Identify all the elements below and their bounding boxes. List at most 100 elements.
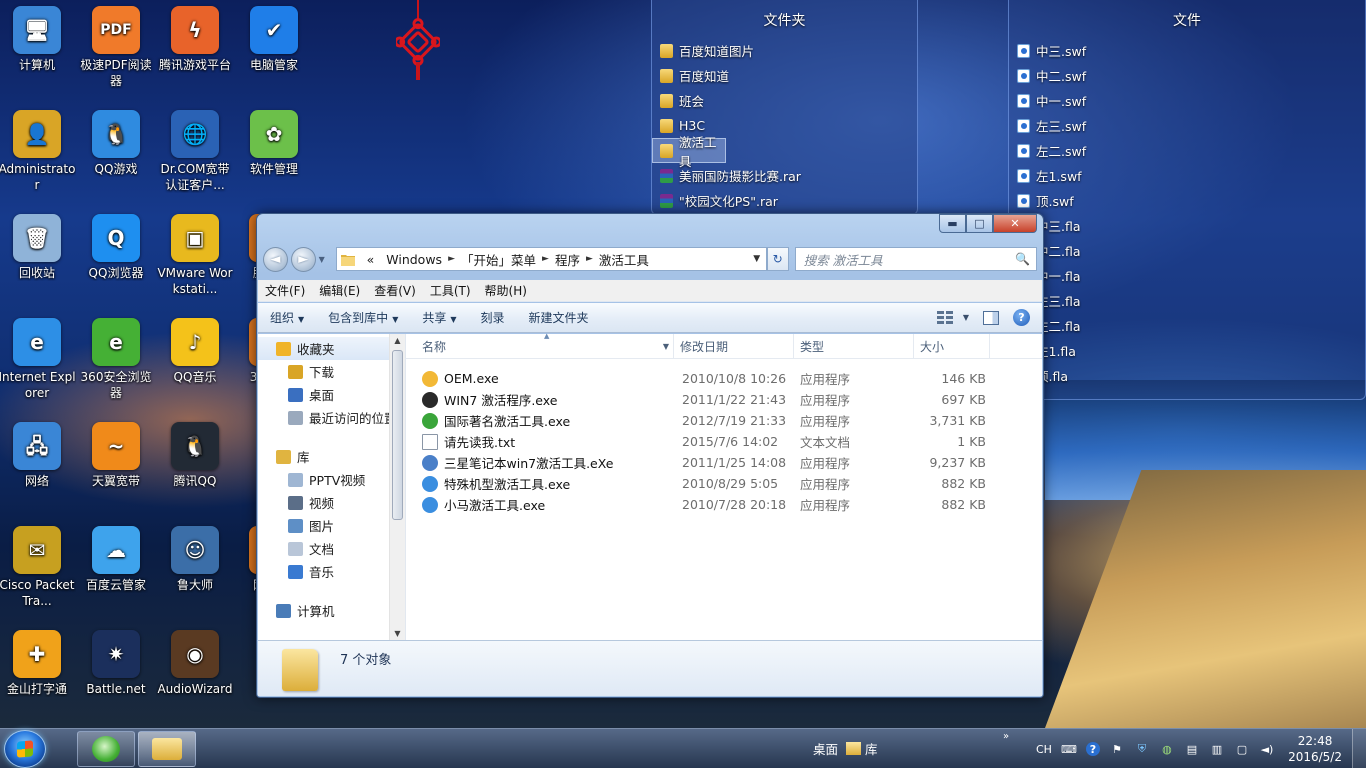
stack-item[interactable]: 百度知道 [652, 63, 917, 88]
stack-item[interactable]: 左二.swf [1009, 138, 1365, 163]
command-button[interactable]: 包含到库中 ▼ [316, 309, 410, 326]
network-icon[interactable]: ▢ [1234, 741, 1250, 757]
desktop-shortcut[interactable]: 🐧 腾讯QQ [156, 422, 234, 489]
menu-item[interactable]: 文件(F) [258, 282, 312, 299]
device-icon[interactable]: ▥ [1209, 741, 1225, 757]
desktop-shortcut[interactable]: ϟ 腾讯游戏平台 [156, 6, 234, 73]
desktop-shortcut[interactable]: ✿ 软件管理 [235, 110, 313, 177]
desktop-shortcut[interactable]: ✉ Cisco Packet Tra... [0, 526, 76, 609]
stack-item[interactable]: 中二.fla [1009, 238, 1365, 263]
change-view-button[interactable]: ▼ [936, 311, 969, 324]
taskbar-360-browser-button[interactable] [77, 731, 135, 767]
nav-item[interactable]: 计算机 [258, 599, 405, 622]
desktop-shortcut[interactable]: PDF 极速PDF阅读器 [77, 6, 155, 89]
keyboard-icon[interactable]: ⌨ [1061, 741, 1077, 757]
desktop-shortcut[interactable]: 🖧 网络 [0, 422, 76, 489]
stack-item[interactable]: 班会 [652, 88, 917, 113]
desktop-shortcut[interactable]: e Internet Explorer [0, 318, 76, 401]
scroll-thumb[interactable] [392, 350, 403, 520]
stack-item[interactable]: 左三.fla [1009, 288, 1365, 313]
desktop-shortcut[interactable]: ☁ 百度云管家 [77, 526, 155, 593]
address-bar[interactable]: « Windows ► 「开始」菜单 ► 程序 ► 激活工具 ▼ [335, 247, 767, 271]
menu-item[interactable]: 编辑(E) [312, 282, 367, 299]
stack-item[interactable]: 中三.fla [1009, 213, 1365, 238]
search-icon[interactable]: 🔍 [1015, 252, 1030, 266]
file-row[interactable]: 小马激活工具.exe 2010/7/28 20:18 应用程序 882 KB [406, 494, 1042, 515]
toolbar-expand-chevron[interactable]: » [1003, 731, 1009, 742]
stack-item[interactable]: "校园文化PS".rar [652, 188, 917, 213]
desktop-shortcut[interactable]: Q QQ浏览器 [77, 214, 155, 281]
desktop-shortcut[interactable]: ♪ QQ音乐 [156, 318, 234, 385]
start-button[interactable] [4, 730, 46, 768]
stack-item[interactable]: 中三.swf [1009, 38, 1365, 63]
monitor-icon[interactable]: ▤ [1184, 741, 1200, 757]
desktop-shortcut[interactable]: ✔ 电脑管家 [235, 6, 313, 73]
column-header[interactable]: 类型 [794, 333, 914, 359]
desktop-toolbar-link[interactable]: 桌面 [813, 739, 838, 758]
column-header[interactable]: 修改日期 [674, 333, 794, 359]
nav-item[interactable]: 库 [258, 445, 405, 468]
question-icon[interactable]: ⚑ [1109, 741, 1125, 757]
file-row[interactable]: 三星笔记本win7激活工具.eXe 2011/1/25 14:08 应用程序 9,23… [406, 452, 1042, 473]
nav-item[interactable]: 图片 [258, 514, 405, 537]
globe-icon[interactable]: ◍ [1159, 741, 1175, 757]
menu-item[interactable]: 工具(T) [423, 282, 478, 299]
forward-button[interactable]: ► [290, 246, 316, 272]
desktop-shortcut[interactable]: 🗑 回收站 [0, 214, 76, 281]
stack-item[interactable]: 左二.fla [1009, 313, 1365, 338]
minimize-button[interactable]: ▬ [939, 214, 966, 233]
nav-item[interactable]: 视频 [258, 491, 405, 514]
stack-item[interactable]: 左1.swf [1009, 163, 1365, 188]
address-dropdown-arrow[interactable]: ▼ [748, 254, 766, 264]
library-toolbar-link[interactable]: 库 [865, 739, 878, 758]
nav-item[interactable]: 下载 [258, 360, 405, 383]
desktop-shortcut[interactable]: ▣ VMware Workstati... [156, 214, 234, 297]
nav-item[interactable]: PPTV视频 [258, 468, 405, 491]
chevron-down-icon[interactable]: ▼ [663, 342, 669, 351]
desktop-shortcut[interactable]: ✷ Battle.net [77, 630, 155, 697]
stack-item[interactable]: 激活工具 [652, 135, 726, 169]
breadcrumb-separator-icon[interactable]: ► [542, 254, 549, 264]
maximize-button[interactable]: □ [966, 214, 993, 233]
help-icon[interactable]: ? [1085, 742, 1100, 756]
desktop-shortcut[interactable]: e 360安全浏览器 [77, 318, 155, 401]
stack-item[interactable]: 顶.fla [1009, 363, 1365, 388]
stack-item[interactable]: 中一.fla [1009, 263, 1365, 288]
desktop-shortcut[interactable]: ✚ 金山打字通 [0, 630, 76, 697]
input-language-indicator[interactable]: CH [1036, 743, 1052, 756]
command-button[interactable]: 共享 ▼ [410, 309, 468, 326]
show-desktop-button[interactable] [1352, 729, 1366, 768]
navigation-scrollbar[interactable]: ▲ ▼ [389, 334, 405, 640]
system-clock[interactable]: 22:48 2016/5/2 [1288, 733, 1342, 765]
menu-item[interactable]: 查看(V) [367, 282, 423, 299]
column-header[interactable]: 大小 [914, 333, 990, 359]
stack-item[interactable]: 左三.swf [1009, 113, 1365, 138]
command-button[interactable]: 新建文件夹 [517, 309, 601, 326]
breadcrumb-separator-icon[interactable]: ► [448, 254, 455, 264]
recent-pages-dropdown[interactable]: ▼ [316, 247, 328, 272]
desktop-shortcut[interactable]: 🖥 计算机 [0, 6, 76, 73]
stack-item[interactable]: 顶.swf [1009, 188, 1365, 213]
desktop-shortcut[interactable]: ☺ 鲁大师 [156, 526, 234, 593]
refresh-button[interactable]: ↻ [766, 247, 789, 271]
desktop-shortcut[interactable]: 🐧 QQ游戏 [77, 110, 155, 177]
address-overflow-chevron[interactable]: « [361, 252, 381, 267]
file-row[interactable]: WIN7 激活程序.exe 2011/1/22 21:43 应用程序 697 KB [406, 389, 1042, 410]
breadcrumb-separator-icon[interactable]: ► [586, 254, 593, 264]
stack-item[interactable]: 左1.fla [1009, 338, 1365, 363]
desktop-shortcut[interactable]: ~ 天翼宽带 [77, 422, 155, 489]
file-row[interactable]: OEM.exe 2010/10/8 10:26 应用程序 146 KB [406, 368, 1042, 389]
column-header[interactable]: 名称 ▼ [406, 333, 674, 359]
desktop-shortcut[interactable]: ◉ AudioWizard [156, 630, 234, 697]
nav-item[interactable]: 音乐 [258, 560, 405, 583]
nav-item[interactable]: 文档 [258, 537, 405, 560]
preview-pane-icon[interactable] [983, 310, 999, 325]
scroll-down-arrow[interactable]: ▼ [390, 629, 405, 638]
help-icon[interactable]: ? [1013, 309, 1030, 326]
breadcrumb-item[interactable]: Windows [380, 252, 448, 267]
nav-item[interactable]: 桌面 [258, 383, 405, 406]
taskbar-explorer-button[interactable] [138, 731, 196, 767]
breadcrumb-item[interactable]: 程序 [549, 250, 586, 269]
scroll-up-arrow[interactable]: ▲ [390, 336, 405, 345]
file-row[interactable]: 国际著名激活工具.exe 2012/7/19 21:33 应用程序 3,731 KB [406, 410, 1042, 431]
